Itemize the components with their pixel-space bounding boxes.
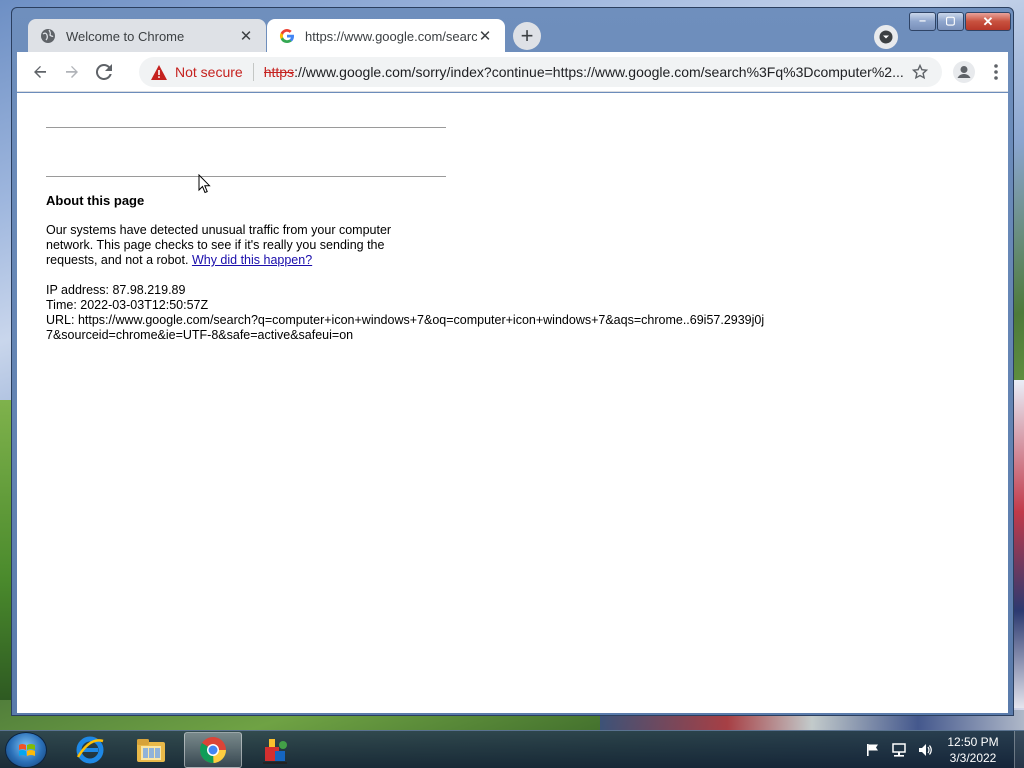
arrow-right-icon	[66, 66, 78, 78]
explanation-text: Our systems have detected unusual traffi…	[46, 223, 426, 268]
kebab-menu-icon	[994, 64, 998, 80]
taskbar-chrome[interactable]	[184, 732, 242, 768]
profile-button[interactable]	[952, 60, 976, 84]
globe-icon	[40, 28, 56, 44]
about-title: About this page	[46, 193, 145, 208]
ip-address: IP address: 87.98.219.89	[46, 283, 186, 297]
browser-toolbar: Not secure https://www.google.com/sorry/…	[17, 52, 1008, 92]
divider	[46, 176, 446, 177]
url-rest: ://www.google.com/sorry/index?continue=h…	[294, 64, 904, 80]
url-text[interactable]: https://www.google.com/sorry/index?conti…	[264, 64, 942, 80]
star-icon[interactable]	[908, 60, 932, 84]
title-bar: Welcome to Chrome ✕ https://www.google.c…	[12, 8, 1013, 53]
url: URL: https://www.google.com/search?q=com…	[46, 313, 765, 342]
taskbar-paint[interactable]	[246, 732, 304, 768]
separator	[252, 63, 254, 81]
google-icon	[279, 28, 295, 44]
start-button[interactable]	[5, 732, 47, 768]
clock-time: 12:50 PM	[947, 735, 999, 749]
menu-button[interactable]	[984, 60, 1008, 84]
internet-explorer-icon	[76, 736, 104, 764]
close-icon[interactable]: ✕	[238, 27, 254, 45]
reload-icon	[96, 64, 112, 80]
taskbar-file-explorer[interactable]	[122, 732, 180, 768]
chrome-window: Welcome to Chrome ✕ https://www.google.c…	[11, 7, 1014, 716]
page-content: About this page Our systems have detecte…	[17, 93, 1008, 713]
maximize-button[interactable]: ▢	[937, 12, 964, 31]
time: Time: 2022-03-03T12:50:57Z	[46, 298, 209, 312]
taskbar: 12:50 PM 3/3/2022	[0, 730, 1024, 768]
close-window-button[interactable]: ✕	[965, 12, 1011, 31]
tab-title: https://www.google.com/search?	[305, 28, 477, 44]
tab-title: Welcome to Chrome	[66, 28, 185, 44]
clock[interactable]: 12:50 PM 3/3/2022	[940, 734, 1006, 766]
network-icon[interactable]	[888, 741, 910, 759]
clock-date: 3/3/2022	[949, 751, 997, 765]
chrome-icon	[199, 737, 227, 764]
warning-icon	[151, 64, 167, 80]
security-indicator[interactable]: Not secure	[151, 64, 243, 80]
windows-logo-icon	[19, 744, 35, 756]
divider	[46, 127, 446, 128]
not-secure-label: Not secure	[175, 64, 243, 80]
folder-icon	[137, 739, 165, 762]
show-desktop-button[interactable]	[1014, 731, 1024, 768]
forward-button[interactable]	[60, 60, 84, 84]
arrow-left-icon	[34, 66, 46, 78]
avatar-icon	[953, 61, 975, 83]
tab-search-icon[interactable]	[874, 25, 898, 49]
taskbar-internet-explorer[interactable]	[61, 732, 119, 768]
request-info: IP address: 87.98.219.89 Time: 2022-03-0…	[46, 283, 766, 343]
back-button[interactable]	[28, 60, 52, 84]
volume-icon[interactable]	[914, 741, 936, 759]
paint-app-icon	[263, 739, 287, 764]
reload-button[interactable]	[92, 60, 116, 84]
window-controls: ‒ ▢ ✕	[908, 12, 1011, 31]
minimize-button[interactable]: ‒	[909, 12, 936, 31]
why-link[interactable]: Why did this happen?	[192, 253, 312, 267]
url-scheme: https	[263, 64, 295, 80]
tab-google-search[interactable]: https://www.google.com/search? ✕	[267, 19, 505, 53]
action-center-flag-icon[interactable]	[862, 741, 884, 759]
new-tab-button[interactable]: +	[513, 22, 541, 50]
close-icon[interactable]: ✕	[477, 27, 493, 45]
tab-welcome[interactable]: Welcome to Chrome ✕	[28, 19, 266, 53]
system-tray	[862, 731, 940, 768]
address-bar[interactable]: Not secure https://www.google.com/sorry/…	[139, 57, 942, 87]
mouse-cursor-icon	[198, 174, 211, 194]
